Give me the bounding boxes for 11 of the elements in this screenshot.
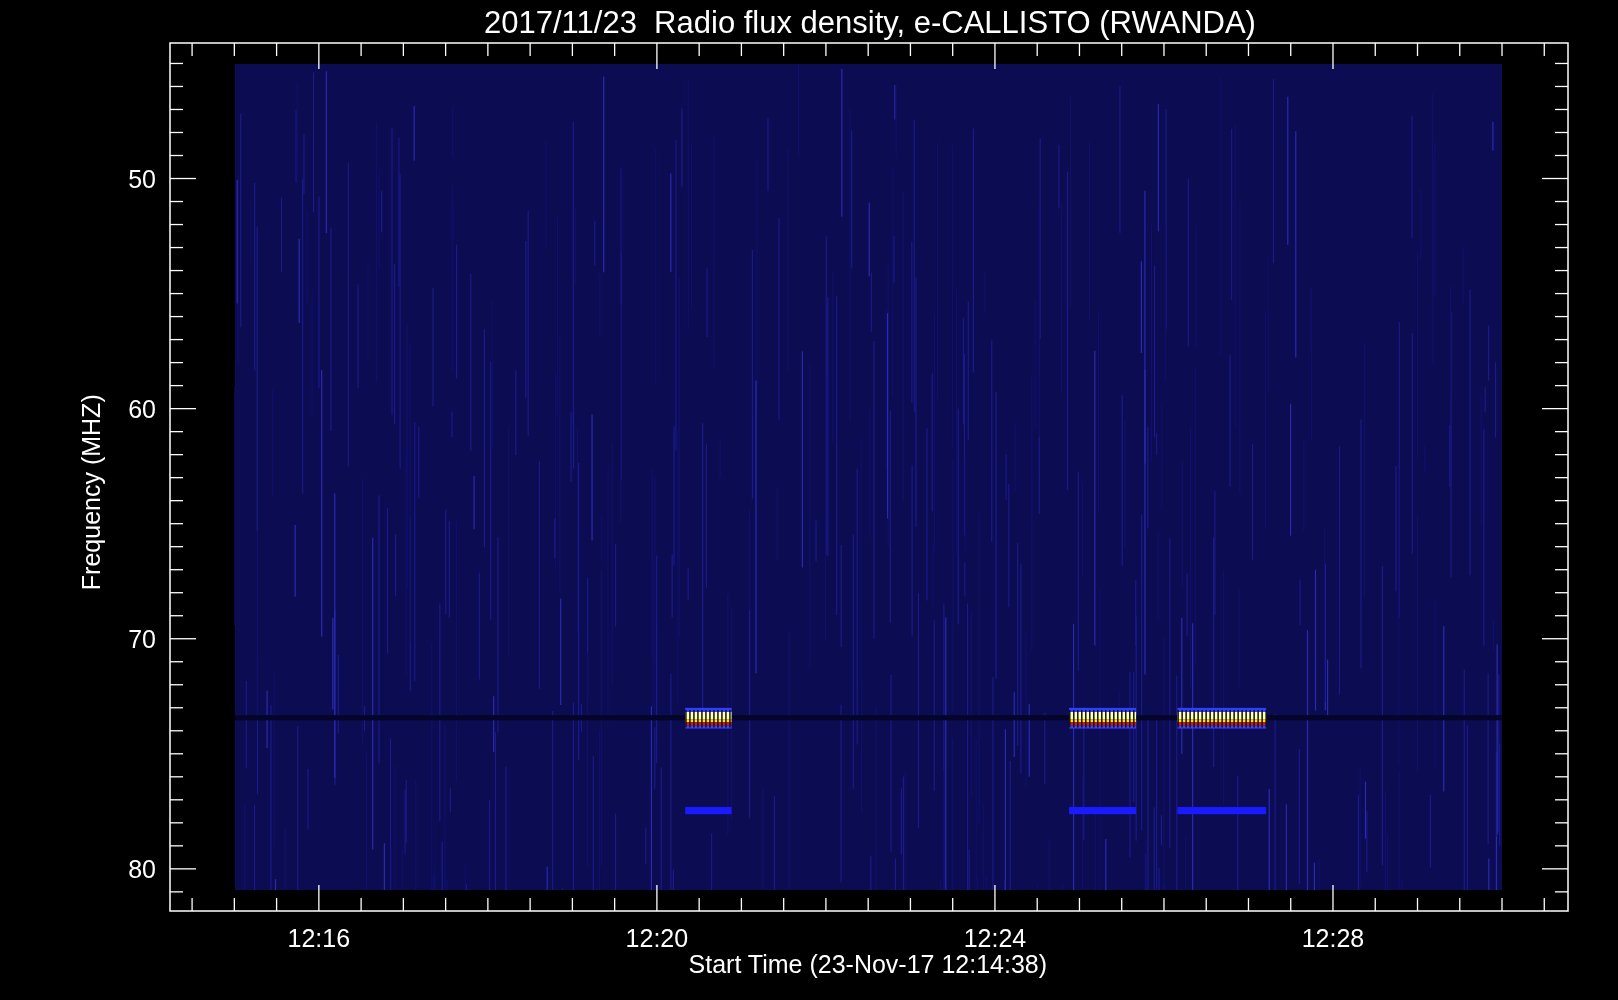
x-tick-label: 12:28 xyxy=(1301,924,1365,952)
y-tick-label: 50 xyxy=(128,164,156,193)
x-tick-label: 12:16 xyxy=(287,924,351,952)
x-tick-label: 12:24 xyxy=(963,924,1027,952)
plot-title: 2017/11/23 Radio flux density, e-CALLISTO (RWANDA) xyxy=(484,5,1256,40)
y-axis-label: Frequency (MHZ) xyxy=(77,394,105,591)
x-tick-label: 12:20 xyxy=(625,924,689,952)
y-tick-label: 60 xyxy=(128,394,156,423)
y-tick-label: 80 xyxy=(128,854,156,883)
y-tick-label: 70 xyxy=(128,624,156,653)
x-axis-label: Start Time (23-Nov-17 12:14:38) xyxy=(688,950,1048,978)
